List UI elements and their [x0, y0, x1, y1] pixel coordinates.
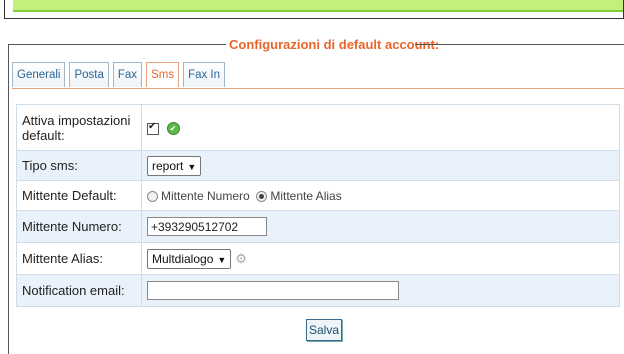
radio-mittente-numero[interactable] [147, 190, 158, 202]
check-circle-icon: ✔ [166, 122, 180, 136]
attiva-cell: ✔ [141, 104, 620, 151]
chevron-down-icon: ▼ [187, 161, 197, 172]
mittente-numero-input[interactable]: +393290512702 [147, 217, 267, 236]
row-tipo-sms: Tipo sms: report ▼ [16, 150, 620, 181]
row-mittente-default: Mittente Default: Mittente Numero Mitten… [16, 180, 620, 211]
tab-posta[interactable]: Posta [69, 62, 109, 87]
row-notification-email: Notification email: [16, 274, 620, 307]
tab-fax[interactable]: Fax [112, 62, 143, 87]
mittente-alias-cell: Multdialogo ▼ ⚙ [141, 242, 620, 275]
tab-sms[interactable]: Sms [146, 62, 180, 87]
notification-email-input[interactable] [147, 281, 399, 300]
tipo-sms-label: Tipo sms: [16, 150, 142, 181]
mittente-alias-value: Multdialogo [152, 251, 214, 266]
row-mittente-alias: Mittente Alias: Multdialogo ▼ ⚙ [16, 242, 620, 275]
radio-mittente-alias[interactable] [256, 190, 268, 202]
tab-underline [12, 88, 624, 89]
mittente-alias-label: Mittente Alias: [16, 242, 142, 275]
mittente-alias-select[interactable]: Multdialogo ▼ [147, 248, 232, 269]
mittente-numero-label: Mittente Numero: [16, 210, 142, 243]
tipo-sms-cell: report ▼ [141, 150, 620, 181]
attiva-checkbox[interactable] [147, 121, 159, 135]
tipo-sms-value: report [152, 158, 184, 173]
tab-bar: Generali Posta Fax Sms Fax In [12, 62, 226, 88]
radio-mittente-numero-label: Mittente Numero [161, 189, 250, 204]
top-banner [4, 0, 624, 19]
sms-settings-table: Attiva impostazioni default: ✔ Tipo sms:… [16, 104, 620, 307]
radio-mittente-alias-label: Mittente Alias [270, 189, 342, 204]
top-banner-fill [13, 0, 623, 12]
gear-icon[interactable]: ⚙ [235, 251, 247, 267]
legend-divider [415, 44, 624, 45]
notification-email-cell [141, 274, 620, 307]
fieldset-legend: Configurazioni di default account: [226, 36, 443, 54]
tipo-sms-select[interactable]: report ▼ [147, 155, 202, 176]
mittente-numero-cell: +393290512702 [141, 210, 620, 243]
chevron-down-icon: ▼ [217, 254, 227, 265]
mittente-default-cell: Mittente Numero Mittente Alias [141, 180, 620, 211]
tab-generali[interactable]: Generali [12, 62, 66, 87]
mittente-default-label: Mittente Default: [16, 180, 142, 211]
save-button[interactable]: Salva [306, 319, 343, 341]
row-mittente-numero: Mittente Numero: +393290512702 [16, 210, 620, 243]
attiva-label: Attiva impostazioni default: [16, 104, 142, 151]
tab-fax-in[interactable]: Fax In [183, 62, 226, 87]
notification-email-label: Notification email: [16, 274, 142, 307]
row-attiva: Attiva impostazioni default: ✔ [16, 104, 620, 151]
